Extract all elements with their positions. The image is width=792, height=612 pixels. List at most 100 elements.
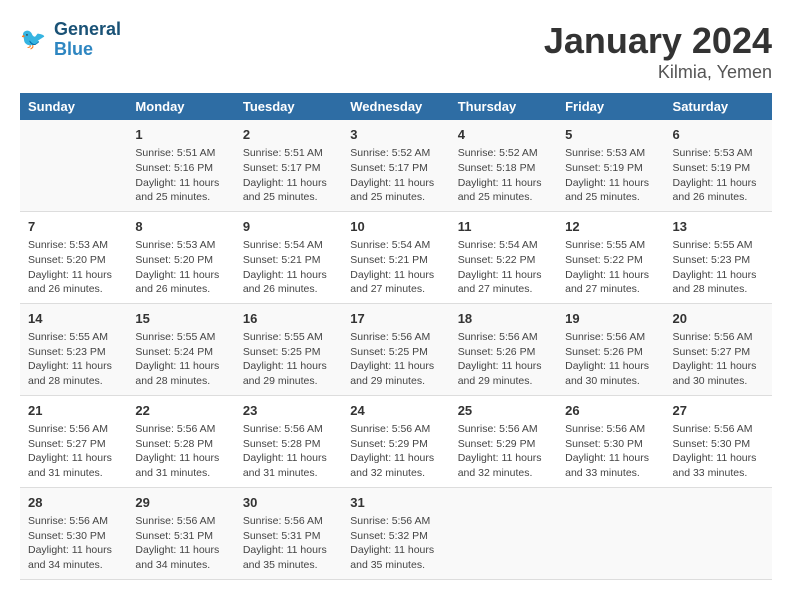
week-row-1: 1 Sunrise: 5:51 AM Sunset: 5:16 PM Daylig… bbox=[20, 120, 772, 211]
day-content: Sunrise: 5:53 AM Sunset: 5:20 PM Dayligh… bbox=[28, 238, 119, 297]
week-row-3: 14Sunrise: 5:55 AM Sunset: 5:23 PM Dayli… bbox=[20, 303, 772, 395]
day-number: 13 bbox=[673, 218, 764, 236]
calendar-cell: 3Sunrise: 5:52 AM Sunset: 5:17 PM Daylig… bbox=[342, 120, 449, 211]
day-number: 25 bbox=[458, 402, 549, 420]
day-number: 11 bbox=[458, 218, 549, 236]
calendar-cell: 14Sunrise: 5:55 AM Sunset: 5:23 PM Dayli… bbox=[20, 303, 127, 395]
day-number: 23 bbox=[243, 402, 334, 420]
logo-icon: 🐦 bbox=[20, 25, 50, 55]
calendar-cell: 15Sunrise: 5:55 AM Sunset: 5:24 PM Dayli… bbox=[127, 303, 234, 395]
calendar-table: SundayMondayTuesdayWednesdayThursdayFrid… bbox=[20, 93, 772, 580]
week-row-5: 28Sunrise: 5:56 AM Sunset: 5:30 PM Dayli… bbox=[20, 487, 772, 579]
day-content: Sunrise: 5:56 AM Sunset: 5:25 PM Dayligh… bbox=[350, 330, 441, 389]
calendar-cell: 21 Sunrise: 5:56 AM Sunset: 5:27 PM Dayli… bbox=[20, 395, 127, 487]
calendar-cell: 17 Sunrise: 5:56 AM Sunset: 5:25 PM Dayli… bbox=[342, 303, 449, 395]
day-content: Sunrise: 5:56 AM Sunset: 5:31 PM Dayligh… bbox=[243, 514, 334, 573]
day-number: 8 bbox=[135, 218, 226, 236]
day-number: 31 bbox=[350, 494, 441, 512]
calendar-cell: 2 Sunrise: 5:51 AM Sunset: 5:17 PM Daylig… bbox=[235, 120, 342, 211]
day-number: 7 bbox=[28, 218, 119, 236]
day-number: 9 bbox=[243, 218, 334, 236]
header-row: SundayMondayTuesdayWednesdayThursdayFrid… bbox=[20, 93, 772, 120]
day-number: 6 bbox=[673, 126, 764, 144]
day-number: 18 bbox=[458, 310, 549, 328]
day-content: Sunrise: 5:56 AM Sunset: 5:27 PM Dayligh… bbox=[28, 422, 119, 481]
header-cell-saturday: Saturday bbox=[665, 93, 772, 120]
day-content: Sunrise: 5:54 AM Sunset: 5:21 PM Dayligh… bbox=[243, 238, 334, 297]
day-number: 2 bbox=[243, 126, 334, 144]
calendar-cell: 4 Sunrise: 5:52 AM Sunset: 5:18 PM Daylig… bbox=[450, 120, 557, 211]
day-number: 16 bbox=[243, 310, 334, 328]
calendar-cell: 5Sunrise: 5:53 AM Sunset: 5:19 PM Daylig… bbox=[557, 120, 664, 211]
calendar-cell: 1 Sunrise: 5:51 AM Sunset: 5:16 PM Daylig… bbox=[127, 120, 234, 211]
day-content: Sunrise: 5:53 AM Sunset: 5:19 PM Dayligh… bbox=[565, 146, 656, 205]
title-block: January 2024 Kilmia, Yemen bbox=[544, 20, 772, 83]
calendar-cell: 28Sunrise: 5:56 AM Sunset: 5:30 PM Dayli… bbox=[20, 487, 127, 579]
day-number: 19 bbox=[565, 310, 656, 328]
page-subtitle: Kilmia, Yemen bbox=[544, 62, 772, 83]
day-content: Sunrise: 5:55 AM Sunset: 5:22 PM Dayligh… bbox=[565, 238, 656, 297]
logo-line2: Blue bbox=[54, 39, 93, 59]
calendar-cell: 7 Sunrise: 5:53 AM Sunset: 5:20 PM Daylig… bbox=[20, 211, 127, 303]
day-content: Sunrise: 5:56 AM Sunset: 5:28 PM Dayligh… bbox=[135, 422, 226, 481]
logo-text: General Blue bbox=[54, 20, 121, 60]
calendar-cell: 16 Sunrise: 5:55 AM Sunset: 5:25 PM Dayli… bbox=[235, 303, 342, 395]
calendar-cell bbox=[665, 487, 772, 579]
header-cell-wednesday: Wednesday bbox=[342, 93, 449, 120]
calendar-cell: 25Sunrise: 5:56 AM Sunset: 5:29 PM Dayli… bbox=[450, 395, 557, 487]
header-cell-friday: Friday bbox=[557, 93, 664, 120]
day-content: Sunrise: 5:56 AM Sunset: 5:29 PM Dayligh… bbox=[350, 422, 441, 481]
header-cell-monday: Monday bbox=[127, 93, 234, 120]
calendar-cell: 29Sunrise: 5:56 AM Sunset: 5:31 PM Dayli… bbox=[127, 487, 234, 579]
calendar-cell bbox=[450, 487, 557, 579]
day-number: 26 bbox=[565, 402, 656, 420]
day-content: Sunrise: 5:55 AM Sunset: 5:25 PM Dayligh… bbox=[243, 330, 334, 389]
day-content: Sunrise: 5:56 AM Sunset: 5:30 PM Dayligh… bbox=[673, 422, 764, 481]
day-content: Sunrise: 5:52 AM Sunset: 5:18 PM Dayligh… bbox=[458, 146, 549, 205]
day-number: 15 bbox=[135, 310, 226, 328]
calendar-cell: 13 Sunrise: 5:55 AM Sunset: 5:23 PM Dayli… bbox=[665, 211, 772, 303]
calendar-cell: 10Sunrise: 5:54 AM Sunset: 5:21 PM Dayli… bbox=[342, 211, 449, 303]
day-content: Sunrise: 5:56 AM Sunset: 5:30 PM Dayligh… bbox=[565, 422, 656, 481]
day-number: 1 bbox=[135, 126, 226, 144]
day-content: Sunrise: 5:54 AM Sunset: 5:22 PM Dayligh… bbox=[458, 238, 549, 297]
day-number: 30 bbox=[243, 494, 334, 512]
calendar-cell bbox=[20, 120, 127, 211]
logo: 🐦 General Blue bbox=[20, 20, 121, 60]
calendar-cell: 6Sunrise: 5:53 AM Sunset: 5:19 PM Daylig… bbox=[665, 120, 772, 211]
day-number: 10 bbox=[350, 218, 441, 236]
day-number: 22 bbox=[135, 402, 226, 420]
calendar-cell: 24 Sunrise: 5:56 AM Sunset: 5:29 PM Dayli… bbox=[342, 395, 449, 487]
day-content: Sunrise: 5:52 AM Sunset: 5:17 PM Dayligh… bbox=[350, 146, 441, 205]
day-content: Sunrise: 5:56 AM Sunset: 5:27 PM Dayligh… bbox=[673, 330, 764, 389]
calendar-cell: 8 Sunrise: 5:53 AM Sunset: 5:20 PM Daylig… bbox=[127, 211, 234, 303]
header-cell-tuesday: Tuesday bbox=[235, 93, 342, 120]
header-cell-sunday: Sunday bbox=[20, 93, 127, 120]
day-number: 27 bbox=[673, 402, 764, 420]
day-content: Sunrise: 5:55 AM Sunset: 5:23 PM Dayligh… bbox=[673, 238, 764, 297]
calendar-cell: 26 Sunrise: 5:56 AM Sunset: 5:30 PM Dayli… bbox=[557, 395, 664, 487]
calendar-cell: 22 Sunrise: 5:56 AM Sunset: 5:28 PM Dayli… bbox=[127, 395, 234, 487]
calendar-cell bbox=[557, 487, 664, 579]
day-number: 24 bbox=[350, 402, 441, 420]
calendar-cell: 30 Sunrise: 5:56 AM Sunset: 5:31 PM Dayli… bbox=[235, 487, 342, 579]
calendar-cell: 18 Sunrise: 5:56 AM Sunset: 5:26 PM Dayli… bbox=[450, 303, 557, 395]
day-content: Sunrise: 5:56 AM Sunset: 5:26 PM Dayligh… bbox=[458, 330, 549, 389]
day-number: 4 bbox=[458, 126, 549, 144]
day-content: Sunrise: 5:51 AM Sunset: 5:17 PM Dayligh… bbox=[243, 146, 334, 205]
calendar-cell: 31Sunrise: 5:56 AM Sunset: 5:32 PM Dayli… bbox=[342, 487, 449, 579]
day-content: Sunrise: 5:56 AM Sunset: 5:30 PM Dayligh… bbox=[28, 514, 119, 573]
header-cell-thursday: Thursday bbox=[450, 93, 557, 120]
calendar-cell: 27 Sunrise: 5:56 AM Sunset: 5:30 PM Dayli… bbox=[665, 395, 772, 487]
calendar-header: SundayMondayTuesdayWednesdayThursdayFrid… bbox=[20, 93, 772, 120]
calendar-cell: 20Sunrise: 5:56 AM Sunset: 5:27 PM Dayli… bbox=[665, 303, 772, 395]
day-number: 29 bbox=[135, 494, 226, 512]
calendar-cell: 12Sunrise: 5:55 AM Sunset: 5:22 PM Dayli… bbox=[557, 211, 664, 303]
week-row-4: 21 Sunrise: 5:56 AM Sunset: 5:27 PM Dayli… bbox=[20, 395, 772, 487]
day-content: Sunrise: 5:56 AM Sunset: 5:28 PM Dayligh… bbox=[243, 422, 334, 481]
day-number: 21 bbox=[28, 402, 119, 420]
day-number: 17 bbox=[350, 310, 441, 328]
day-content: Sunrise: 5:51 AM Sunset: 5:16 PM Dayligh… bbox=[135, 146, 226, 205]
day-content: Sunrise: 5:56 AM Sunset: 5:26 PM Dayligh… bbox=[565, 330, 656, 389]
day-content: Sunrise: 5:53 AM Sunset: 5:20 PM Dayligh… bbox=[135, 238, 226, 297]
